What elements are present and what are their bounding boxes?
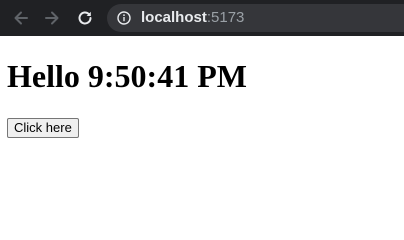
url-text: localhost:5173 (141, 9, 244, 27)
info-icon[interactable] (117, 11, 131, 25)
address-bar[interactable]: localhost:5173 (107, 4, 404, 32)
page-heading: Hello 9:50:41 PM (7, 58, 247, 94)
url-port: :5173 (206, 9, 245, 26)
url-host: localhost (141, 9, 207, 26)
back-button[interactable] (10, 7, 32, 29)
reload-button[interactable] (74, 7, 96, 29)
page-content: Hello 9:50:41 PM Click here (0, 36, 404, 228)
browser-toolbar: localhost:5173 (0, 0, 404, 36)
click-here-button[interactable]: Click here (7, 118, 79, 138)
forward-button[interactable] (41, 7, 63, 29)
arrow-left-icon (14, 11, 28, 25)
reload-icon (78, 11, 92, 25)
arrow-right-icon (45, 11, 59, 25)
